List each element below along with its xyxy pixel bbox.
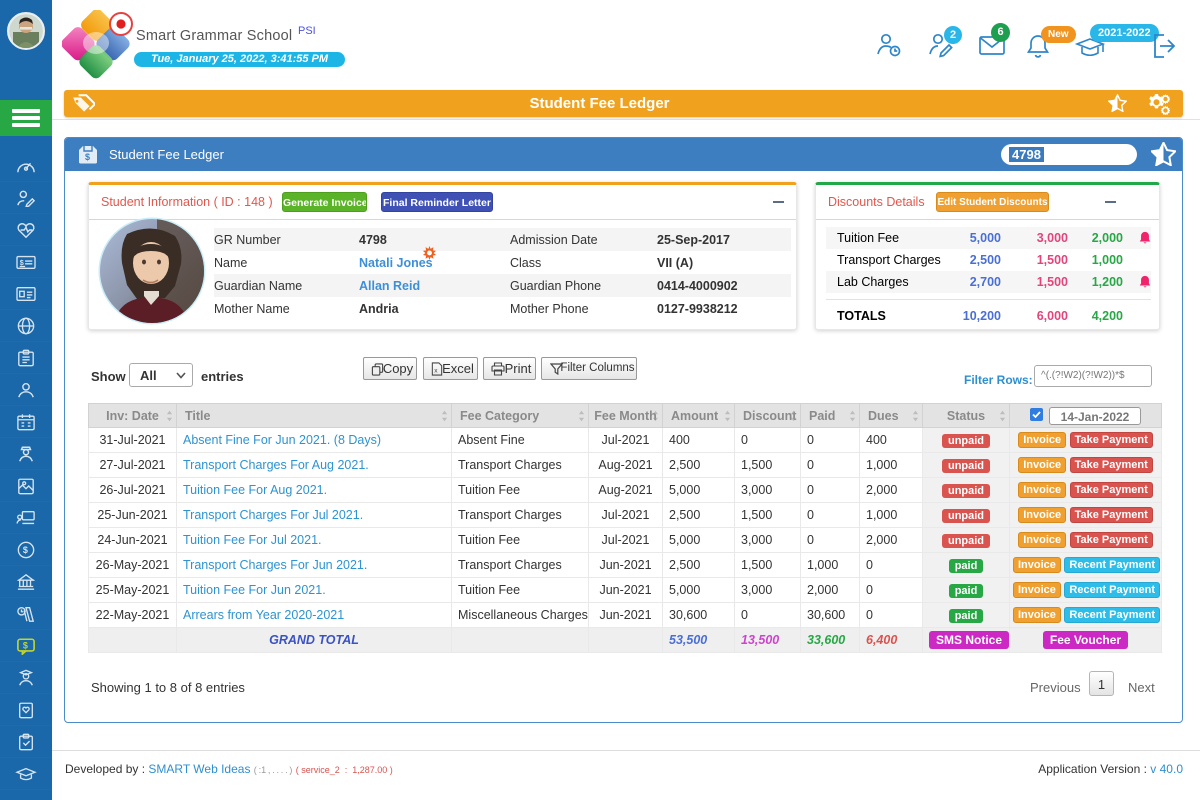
svg-text:$: $ [23, 640, 28, 650]
svg-text:$: $ [23, 545, 28, 555]
svg-text:$: $ [85, 152, 90, 162]
svg-text:$: $ [20, 258, 24, 267]
svg-text:x: x [434, 367, 438, 374]
